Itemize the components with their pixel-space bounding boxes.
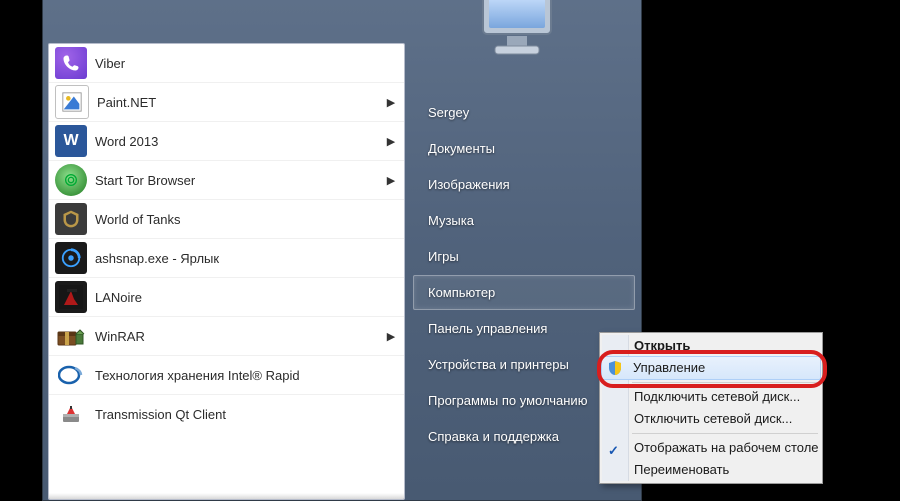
program-label: Paint.NET (97, 95, 384, 110)
places-item-pictures[interactable]: Изображения (413, 167, 635, 202)
places-item-games[interactable]: Игры (413, 239, 635, 274)
program-label: Start Tor Browser (95, 173, 384, 188)
places-item-documents[interactable]: Документы (413, 131, 635, 166)
program-label: World of Tanks (95, 212, 404, 227)
program-item-word[interactable]: W Word 2013 ▶ (49, 122, 404, 161)
program-item-intelrapid[interactable]: Технология хранения Intel® Rapid (49, 356, 404, 395)
context-menu: Открыть Управление Подключить сетевой ди… (599, 332, 823, 484)
places-item-devices[interactable]: Устройства и принтеры (413, 347, 615, 382)
places-item-defaultprograms[interactable]: Программы по умолчанию (413, 383, 615, 418)
paintnet-icon (55, 85, 89, 119)
program-label: Технология хранения Intel® Rapid (95, 368, 404, 383)
ctx-label: Управление (633, 360, 705, 375)
program-item-wot[interactable]: World of Tanks (49, 200, 404, 239)
ctx-label: Подключить сетевой диск... (634, 389, 800, 404)
places-item-help[interactable]: Справка и поддержка (413, 419, 615, 454)
program-item-viber[interactable]: Viber (49, 44, 404, 83)
ctx-separator (632, 433, 818, 434)
places-label: Компьютер (428, 285, 495, 300)
program-item-lanoire[interactable]: LANoire (49, 278, 404, 317)
program-item-winrar[interactable]: WinRAR ▶ (49, 317, 404, 356)
programs-list: Viber Paint.NET ▶ W Word 2013 ▶ Start To… (48, 43, 405, 500)
submenu-arrow-icon: ▶ (384, 96, 398, 109)
places-item-music[interactable]: Музыка (413, 203, 635, 238)
places-label: Панель управления (428, 321, 547, 336)
intel-rapid-icon (55, 359, 87, 391)
places-label: Документы (428, 141, 495, 156)
ashsnap-icon (55, 242, 87, 274)
program-item-tor[interactable]: Start Tor Browser ▶ (49, 161, 404, 200)
bottom-fade (49, 493, 404, 499)
places-label: Музыка (428, 213, 474, 228)
places-label: Изображения (428, 177, 510, 192)
transmission-icon (55, 398, 87, 430)
winrar-icon (55, 320, 87, 352)
program-label: Viber (95, 56, 404, 71)
program-item-transmission[interactable]: Transmission Qt Client (49, 395, 404, 433)
places-label: Устройства и принтеры (428, 357, 569, 372)
places-item-controlpanel[interactable]: Панель управления (413, 311, 615, 346)
ctx-disconnect-network-drive[interactable]: Отключить сетевой диск... (602, 408, 820, 430)
ctx-separator (632, 382, 818, 383)
program-item-ashsnap[interactable]: ashsnap.exe - Ярлык (49, 239, 404, 278)
ctx-label: Отображать на рабочем столе (634, 440, 819, 455)
start-menu: Viber Paint.NET ▶ W Word 2013 ▶ Start To… (42, 0, 642, 501)
places-item-user[interactable]: Sergey (413, 95, 635, 130)
places-label: Справка и поддержка (428, 429, 559, 444)
places-label: Программы по умолчанию (428, 393, 587, 408)
shield-icon (606, 359, 624, 377)
places-item-computer[interactable]: Компьютер (413, 275, 635, 310)
places-label: Игры (428, 249, 459, 264)
word-icon: W (55, 125, 87, 157)
ctx-map-network-drive[interactable]: Подключить сетевой диск... (602, 386, 820, 408)
program-label: ashsnap.exe - Ярлык (95, 251, 404, 266)
ctx-rename[interactable]: Переименовать (602, 459, 820, 481)
submenu-arrow-icon: ▶ (384, 135, 398, 148)
ctx-label: Переименовать (634, 462, 729, 477)
submenu-arrow-icon: ▶ (384, 174, 398, 187)
program-label: WinRAR (95, 329, 384, 344)
submenu-arrow-icon: ▶ (384, 330, 398, 343)
ctx-open[interactable]: Открыть (602, 335, 820, 357)
user-avatar-icon (473, 0, 561, 68)
lanoire-icon (55, 281, 87, 313)
ctx-manage[interactable]: Управление (601, 356, 821, 380)
program-label: Word 2013 (95, 134, 384, 149)
program-label: LANoire (95, 290, 404, 305)
viber-icon (55, 47, 87, 79)
ctx-show-on-desktop[interactable]: ✓ Отображать на рабочем столе (602, 437, 820, 459)
program-item-paintnet[interactable]: Paint.NET ▶ (49, 83, 404, 122)
program-label: Transmission Qt Client (95, 407, 404, 422)
ctx-label: Отключить сетевой диск... (634, 411, 792, 426)
wot-icon (55, 203, 87, 235)
ctx-label: Открыть (634, 338, 690, 353)
tor-icon (55, 164, 87, 196)
places-label: Sergey (428, 105, 469, 120)
